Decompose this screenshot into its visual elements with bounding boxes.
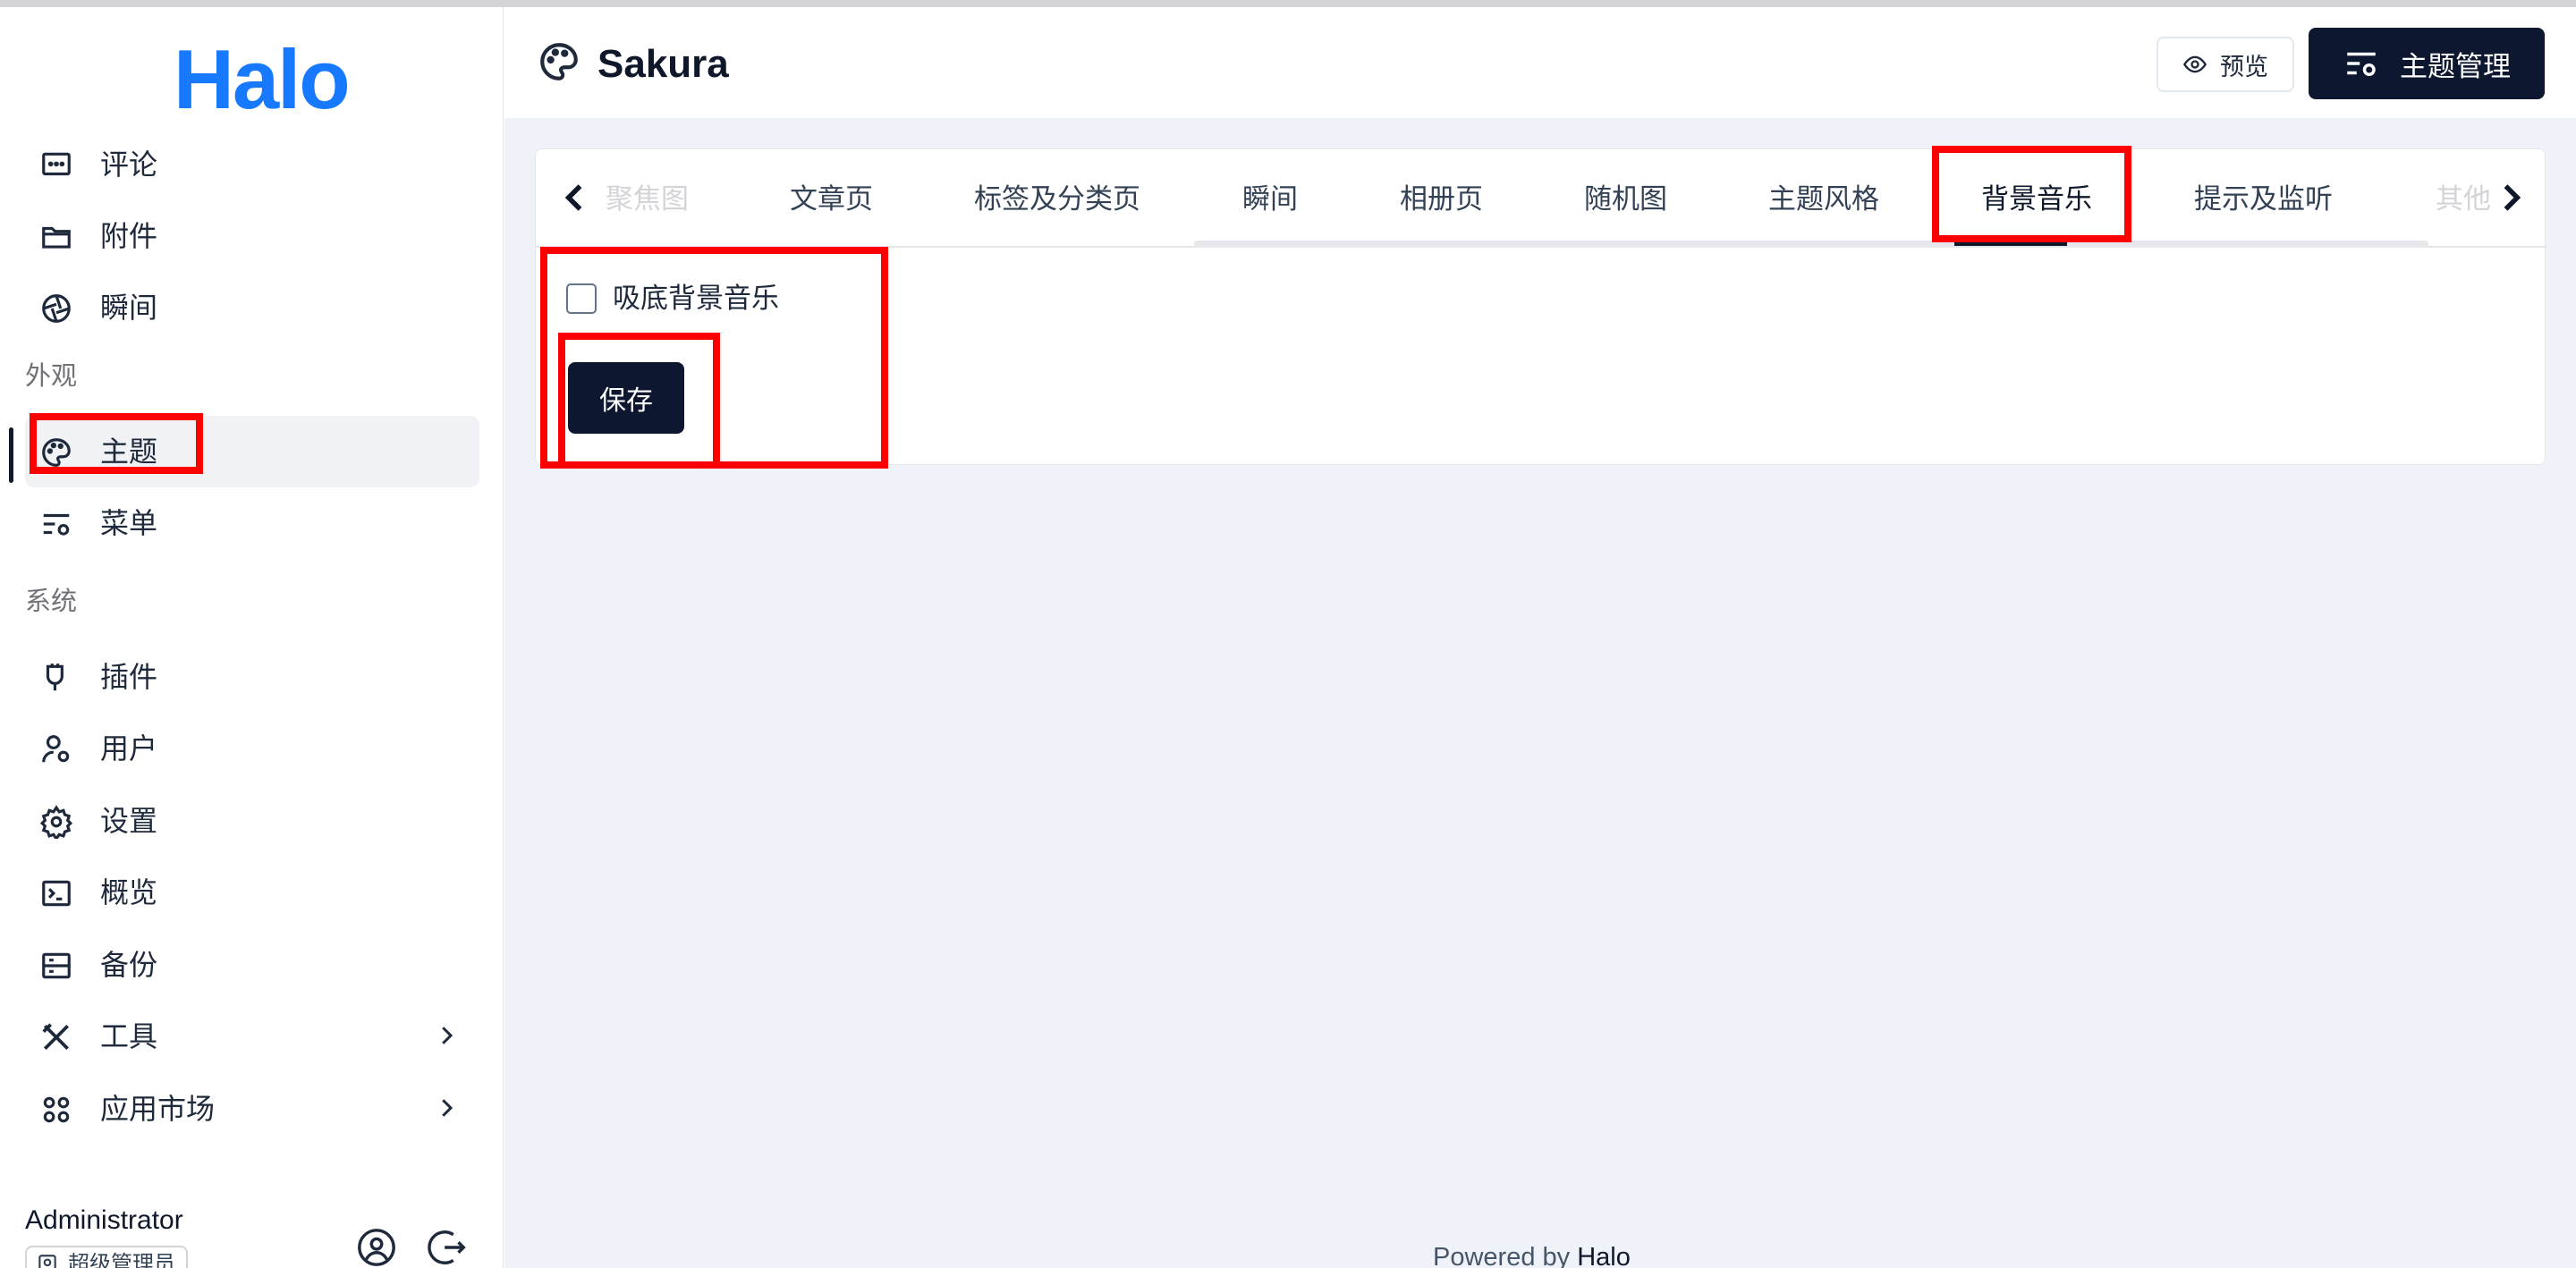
sidebar-item-label: 概览 — [100, 875, 158, 909]
main-content: Sakura 预览 主题管理 聚焦图 文章页 标签及分类页 瞬间 相册页 随机图… — [504, 7, 2576, 1268]
tab-others[interactable]: 其他 — [2436, 180, 2491, 219]
logout-icon[interactable] — [428, 1227, 469, 1268]
window-top-border — [0, 0, 2576, 7]
tab-tags-categories[interactable]: 标签及分类页 — [974, 180, 1140, 219]
sidebar-item-label: 插件 — [100, 660, 158, 694]
group-label-appearance: 外观 — [25, 360, 78, 391]
tab-spotlight[interactable]: 聚焦图 — [606, 180, 689, 219]
sidebar-item-tools[interactable]: 工具 — [25, 1001, 479, 1072]
powered-by-prefix: Powered by — [1433, 1243, 1571, 1268]
active-indicator — [9, 427, 13, 483]
annotation-highlight-themes — [30, 413, 203, 474]
terminal-icon — [39, 876, 73, 910]
sidebar-item-overview[interactable]: 概览 — [25, 857, 479, 928]
page-header: Sakura 预览 主题管理 — [504, 7, 2576, 118]
preview-label: 预览 — [2220, 53, 2268, 81]
chevron-right-icon — [442, 1099, 453, 1117]
chevron-right-icon[interactable] — [2491, 178, 2530, 217]
tab-theme-style[interactable]: 主题风格 — [1768, 180, 1879, 219]
chevron-right-icon — [442, 1027, 453, 1044]
sidebar-item-users[interactable]: 用户 — [25, 713, 479, 784]
sidebar-item-label: 附件 — [100, 219, 158, 253]
chevron-left-icon[interactable] — [555, 178, 595, 217]
sidebar-item-moments[interactable]: 瞬间 — [25, 272, 479, 343]
eye-icon — [2182, 55, 2207, 73]
tab-random-image[interactable]: 随机图 — [1584, 180, 1667, 219]
sidebar-item-menus[interactable]: 菜单 — [25, 487, 479, 559]
sidebar-item-label: 工具 — [100, 1019, 158, 1053]
backup-icon — [39, 949, 73, 983]
tabs-scrollbar[interactable] — [1194, 241, 2428, 248]
tab-album-page[interactable]: 相册页 — [1400, 180, 1483, 219]
halo-logo[interactable]: Halo — [174, 38, 351, 122]
sidebar-item-label: 瞬间 — [100, 291, 158, 325]
sidebar-item-label: 菜单 — [100, 506, 158, 540]
sidebar-item-app-market[interactable]: 应用市场 — [25, 1073, 479, 1145]
sidebar-item-plugins[interactable]: 插件 — [25, 641, 479, 713]
powered-by-footer: Powered by Halo — [1433, 1243, 1631, 1268]
sidebar-item-comments[interactable]: 评论 — [25, 129, 479, 200]
sidebar-item-label: 用户 — [100, 731, 158, 765]
sidebar-item-label: 备份 — [100, 948, 158, 982]
tab-tips-monitoring[interactable]: 提示及监听 — [2194, 180, 2333, 219]
id-badge-icon — [38, 1255, 56, 1268]
sidebar-item-label: 应用市场 — [100, 1092, 216, 1126]
page-title: Sakura — [597, 42, 729, 86]
role-badge: 超级管理员 — [25, 1246, 188, 1268]
preview-button[interactable]: 预览 — [2157, 37, 2294, 92]
folder-icon — [39, 220, 73, 254]
active-tab-indicator — [1954, 242, 2067, 246]
apps-icon — [39, 1093, 73, 1127]
tools-icon — [39, 1020, 73, 1054]
role-label: 超级管理员 — [68, 1251, 175, 1268]
sidebar: Halo 评论 附件 瞬间 外观 主题 菜单 系统 插件 用户 设置 概览 备份… — [0, 7, 504, 1268]
annotation-highlight-bgm-tab — [1932, 146, 2131, 242]
current-user-name: Administrator — [25, 1205, 183, 1235]
user-gear-icon — [39, 732, 73, 766]
tab-moments[interactable]: 瞬间 — [1242, 180, 1298, 219]
sidebar-item-settings[interactable]: 设置 — [25, 785, 479, 857]
comment-icon — [39, 148, 73, 182]
user-profile-icon[interactable] — [356, 1227, 397, 1268]
sidebar-item-backup[interactable]: 备份 — [25, 929, 479, 1001]
theme-manage-label: 主题管理 — [2400, 50, 2511, 83]
settings-tabs: 聚焦图 文章页 标签及分类页 瞬间 相册页 随机图 主题风格 背景音乐 提示及监… — [536, 149, 2546, 248]
plug-icon — [39, 661, 73, 695]
group-label-system: 系统 — [25, 586, 78, 616]
tab-article-page[interactable]: 文章页 — [790, 180, 873, 219]
gear-icon — [39, 805, 73, 839]
menu-settings-icon — [2347, 52, 2376, 76]
menu-settings-icon — [39, 507, 73, 541]
sidebar-item-label: 设置 — [100, 804, 158, 838]
palette-icon — [540, 43, 578, 80]
powered-by-brand[interactable]: Halo — [1577, 1243, 1631, 1268]
annotation-highlight-save — [558, 333, 720, 469]
sidebar-item-attachments[interactable]: 附件 — [25, 200, 479, 272]
sidebar-item-label: 评论 — [100, 148, 158, 182]
theme-manage-button[interactable]: 主题管理 — [2309, 28, 2545, 99]
aperture-icon — [39, 292, 73, 325]
